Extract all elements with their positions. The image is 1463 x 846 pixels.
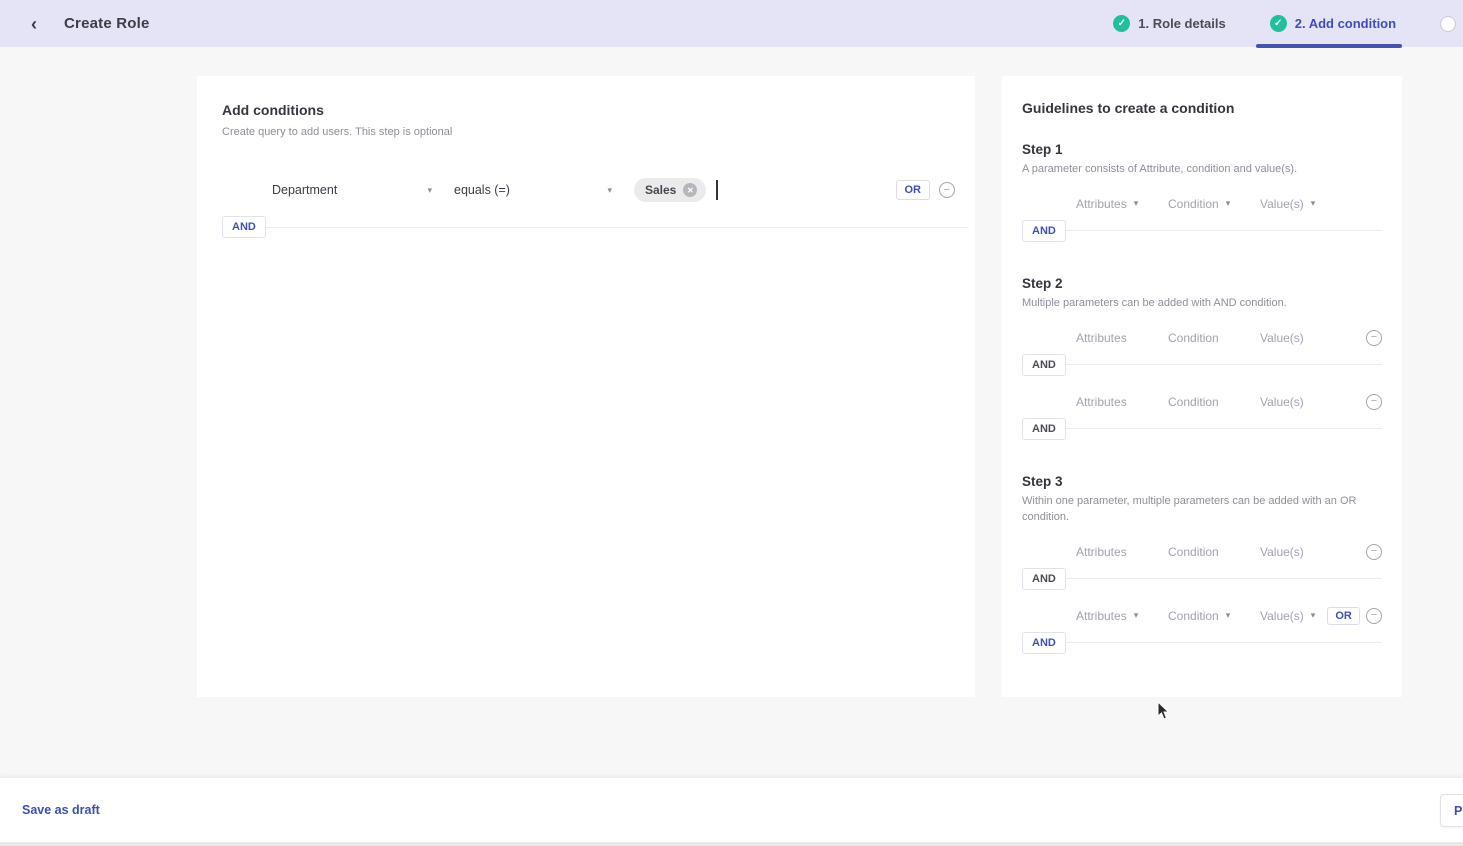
condition-value: equals (=) <box>454 183 510 197</box>
back-icon: ‹ <box>31 14 37 34</box>
condition-label: Condition <box>1168 331 1219 345</box>
and-badge: AND <box>1022 418 1066 440</box>
divider-line <box>1066 428 1382 429</box>
remove-row-icon: − <box>1366 608 1382 624</box>
step-label: 1. Role details <box>1138 16 1225 31</box>
and-button[interactable]: AND <box>222 216 266 238</box>
chevron-down-icon: ▾ <box>1226 198 1231 209</box>
step-description: Multiple parameters can be added with AN… <box>1022 296 1367 312</box>
guidelines-panel: Guidelines to create a condition Step 1 … <box>1002 76 1402 697</box>
chevron-down-icon: ▾ <box>427 185 432 196</box>
check-icon: ✓ <box>1113 15 1130 32</box>
page-title: Create Role <box>64 15 150 32</box>
values-input[interactable]: Sales ✕ <box>634 178 718 202</box>
active-tab-underline <box>1256 44 1402 48</box>
attributes-label: Attributes <box>1076 609 1127 623</box>
example-and-row: AND <box>1022 354 1382 376</box>
chevron-down-icon: ▾ <box>1311 198 1316 209</box>
example-and-row: AND <box>1022 632 1382 654</box>
and-badge: AND <box>1022 220 1066 242</box>
attributes-label: Attributes <box>1076 545 1127 559</box>
condition-label: Condition <box>1168 197 1219 211</box>
wizard-steps: ✓ 1. Role details ✓ 2. Add condition 3. … <box>1113 0 1463 47</box>
values-label: Value(s) <box>1260 609 1304 623</box>
guideline-step-1: Step 1 A parameter consists of Attribute… <box>1022 142 1382 242</box>
and-badge: AND <box>1022 568 1066 590</box>
example-row: Attributes Condition Value(s) − <box>1022 329 1382 347</box>
attributes-label: Attributes <box>1076 197 1127 211</box>
step-title: Step 1 <box>1022 142 1382 157</box>
save-as-draft-button[interactable]: Save as draft <box>22 803 100 817</box>
step-application[interactable]: 3. Applica <box>1440 0 1463 47</box>
step-description: Within one parameter, multiple parameter… <box>1022 494 1367 526</box>
step-add-condition[interactable]: ✓ 2. Add condition <box>1270 0 1396 47</box>
attribute-value: Department <box>272 183 337 197</box>
mouse-cursor <box>1157 701 1171 721</box>
attribute-dropdown[interactable]: Department ▾ <box>272 183 432 197</box>
and-row: AND <box>197 216 975 238</box>
attributes-label: Attributes <box>1076 331 1127 345</box>
divider-line <box>1066 230 1382 231</box>
guideline-step-2: Step 2 Multiple parameters can be added … <box>1022 276 1382 440</box>
divider-line <box>1066 642 1382 643</box>
example-and-row: AND <box>1022 568 1382 590</box>
step-title: Step 3 <box>1022 474 1382 489</box>
chevron-down-icon: ▾ <box>1134 610 1139 621</box>
condition-row: Department ▾ equals (=) ▾ Sales ✕ OR − <box>197 172 975 208</box>
chip-label: Sales <box>645 183 676 197</box>
remove-row-icon: − <box>1366 394 1382 410</box>
add-conditions-panel: Add conditions Create query to add users… <box>197 76 975 697</box>
footer-bar: Save as draft Pr <box>0 778 1463 842</box>
row-actions: OR − <box>896 180 956 200</box>
example-and-row: AND <box>1022 220 1382 242</box>
example-row: Attributes ▾ Condition ▾ Value(s) ▾ OR − <box>1022 607 1382 625</box>
step-description: A parameter consists of Attribute, condi… <box>1022 162 1367 178</box>
divider-line <box>1066 578 1382 579</box>
bottom-strip <box>0 842 1463 846</box>
step-title: Step 2 <box>1022 276 1382 291</box>
remove-row-icon: − <box>1366 330 1382 346</box>
condition-label: Condition <box>1168 609 1219 623</box>
value-chip: Sales ✕ <box>634 178 706 202</box>
condition-label: Condition <box>1168 395 1219 409</box>
condition-dropdown[interactable]: equals (=) ▾ <box>454 183 612 197</box>
values-label: Value(s) <box>1260 395 1304 409</box>
back-button[interactable]: ‹ <box>22 12 46 36</box>
guidelines-title: Guidelines to create a condition <box>1022 100 1382 116</box>
example-row: Attributes ▾ Condition ▾ Value(s) ▾ <box>1022 195 1382 213</box>
check-icon: ✓ <box>1270 15 1287 32</box>
and-badge: AND <box>1022 354 1066 376</box>
example-row: Attributes Condition Value(s) − <box>1022 543 1382 561</box>
remove-condition-icon[interactable]: − <box>939 182 955 198</box>
or-badge: OR <box>1327 607 1360 625</box>
chevron-down-icon: ▾ <box>1311 610 1316 621</box>
example-and-row: AND <box>1022 418 1382 440</box>
chevron-down-icon: ▾ <box>607 185 612 196</box>
remove-row-icon: − <box>1366 544 1382 560</box>
chevron-down-icon: ▾ <box>1226 610 1231 621</box>
step-role-details[interactable]: ✓ 1. Role details <box>1113 0 1225 47</box>
divider-line <box>266 227 969 228</box>
attributes-label: Attributes <box>1076 395 1127 409</box>
values-label: Value(s) <box>1260 331 1304 345</box>
step-label: 2. Add condition <box>1295 16 1396 31</box>
example-row: Attributes Condition Value(s) − <box>1022 393 1382 411</box>
panel-subtitle: Create query to add users. This step is … <box>222 126 975 138</box>
chevron-down-icon: ▾ <box>1134 198 1139 209</box>
values-label: Value(s) <box>1260 197 1304 211</box>
empty-circle-icon <box>1440 16 1456 32</box>
condition-label: Condition <box>1168 545 1219 559</box>
guideline-step-3: Step 3 Within one parameter, multiple pa… <box>1022 474 1382 654</box>
divider-line <box>1066 364 1382 365</box>
remove-value-icon[interactable]: ✕ <box>683 183 697 197</box>
and-badge: AND <box>1022 632 1066 654</box>
values-label: Value(s) <box>1260 545 1304 559</box>
next-button[interactable]: Pr <box>1440 794 1463 827</box>
text-cursor <box>716 180 718 200</box>
panel-title: Add conditions <box>222 102 975 118</box>
or-button[interactable]: OR <box>896 180 931 200</box>
top-header: ‹ Create Role ✓ 1. Role details ✓ 2. Add… <box>0 0 1463 47</box>
